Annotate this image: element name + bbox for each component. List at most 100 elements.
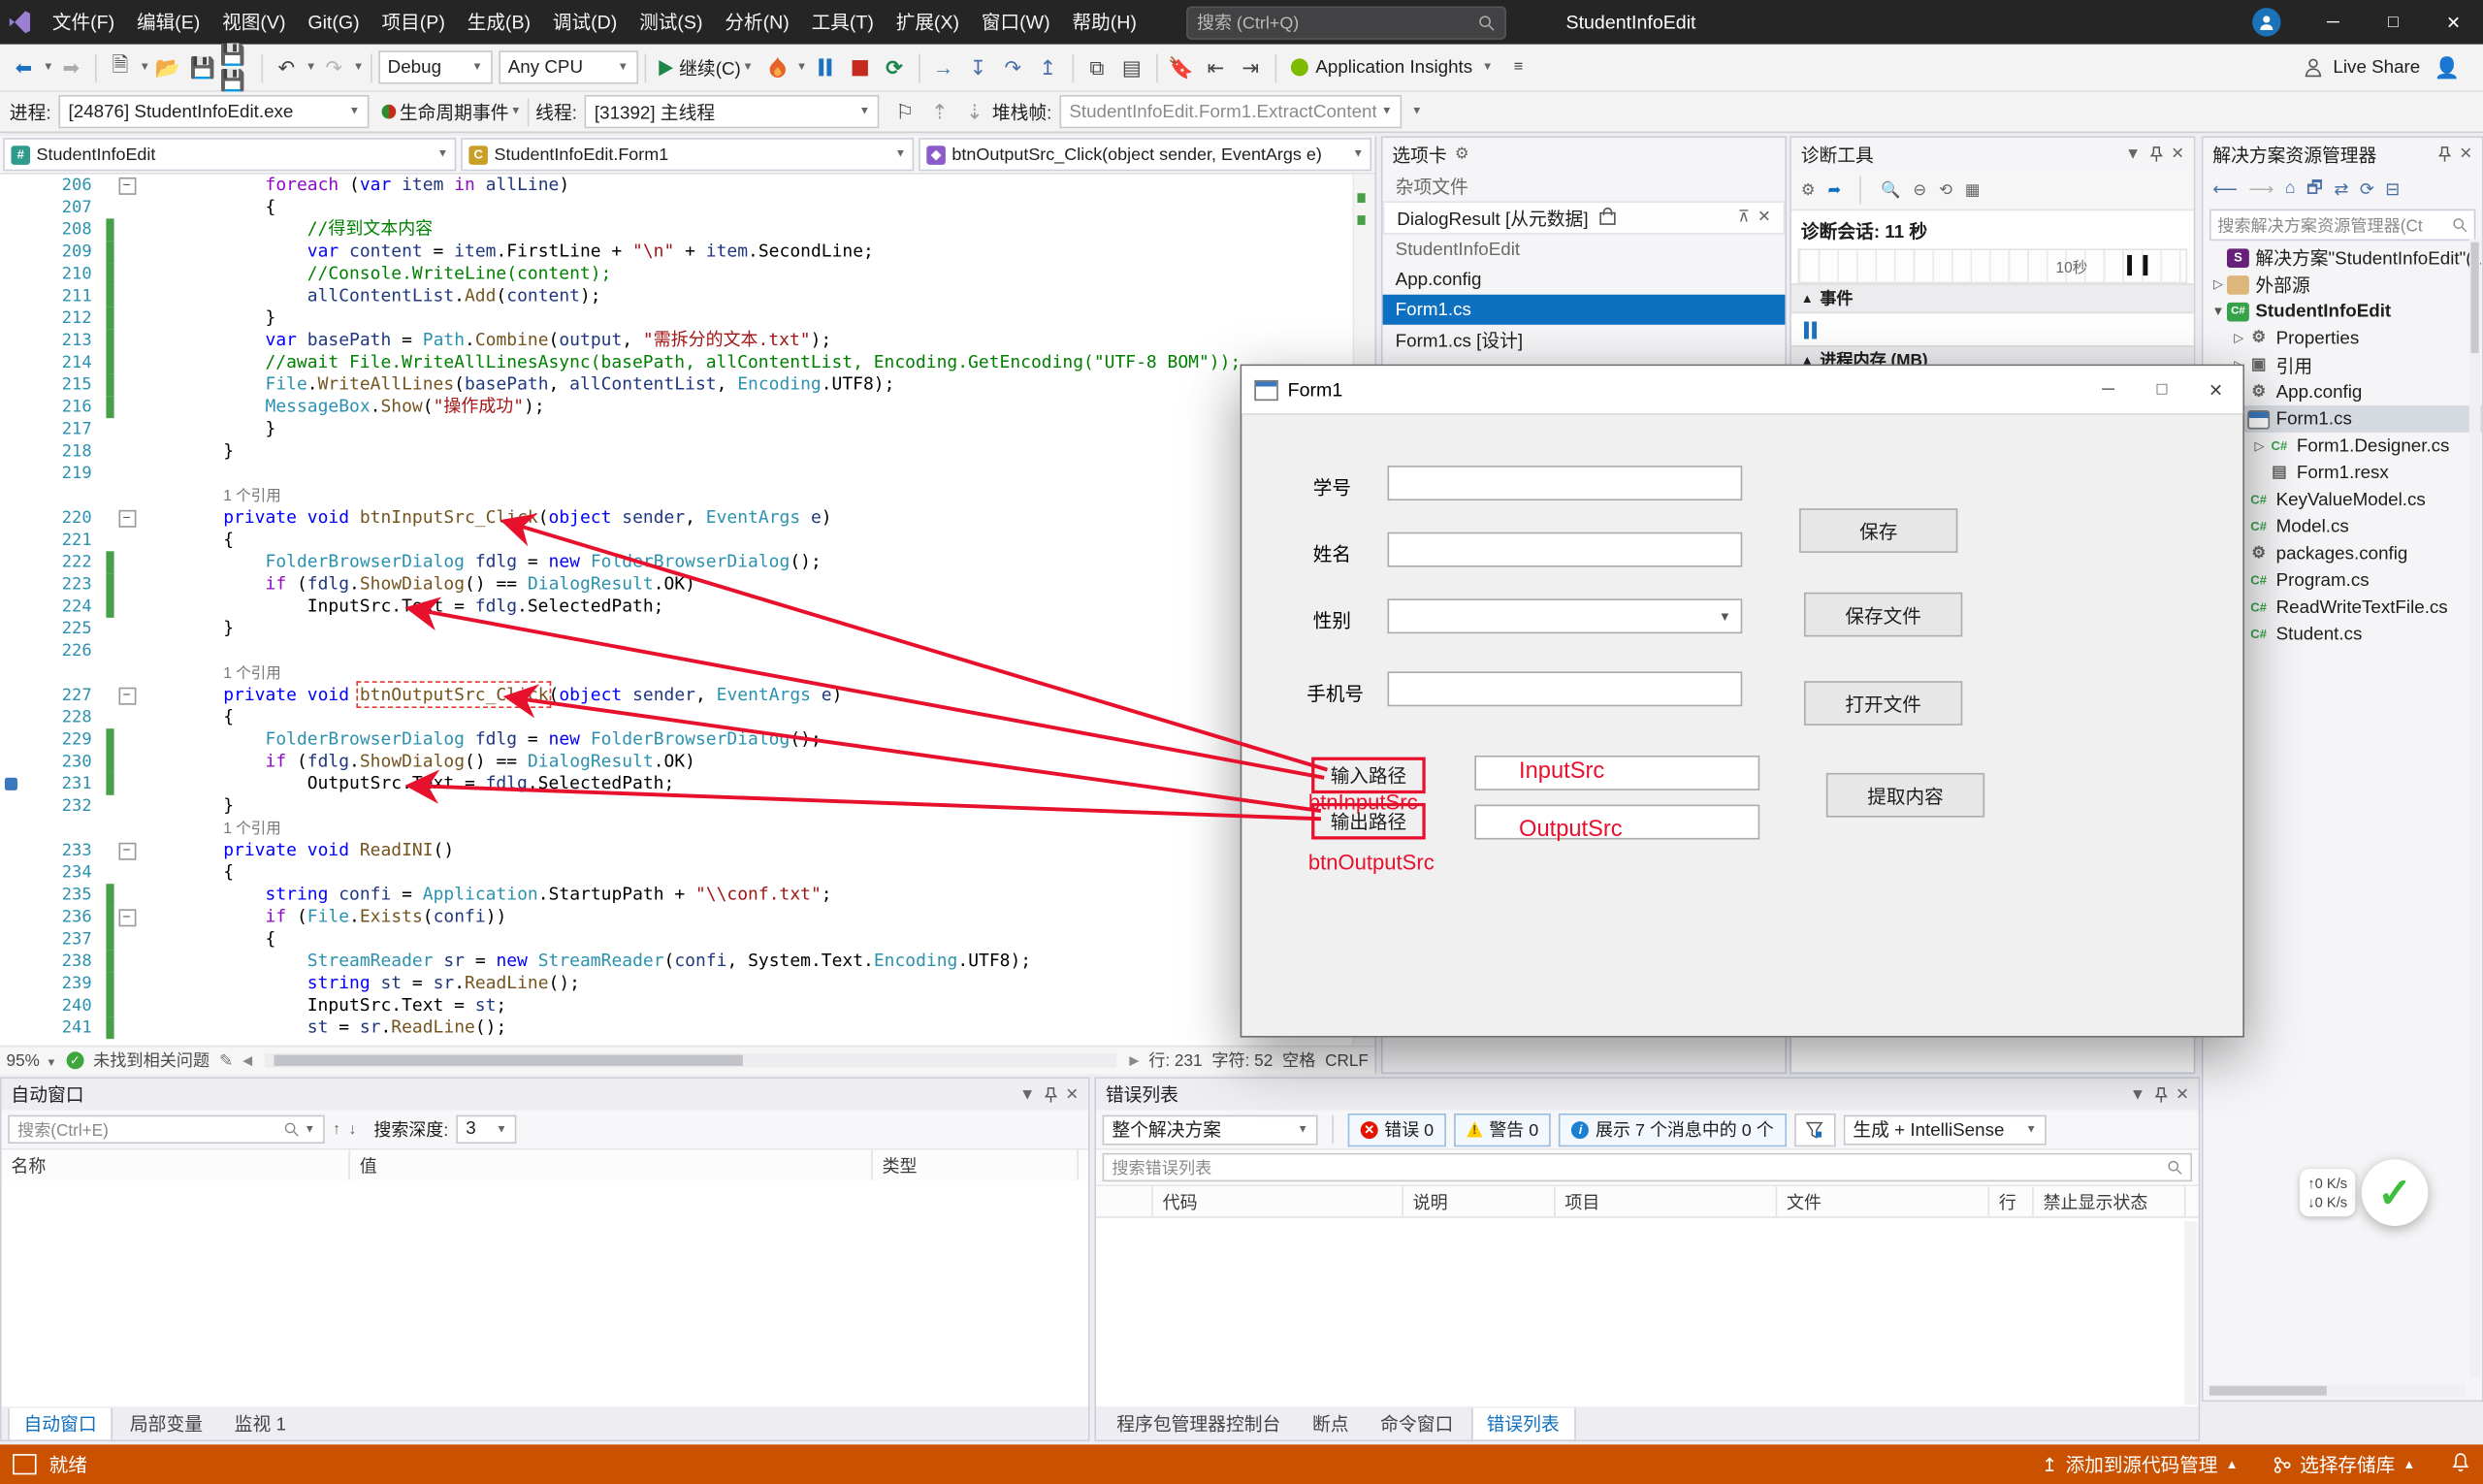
editor-horizontal-scrollbar[interactable] [265, 1053, 1116, 1068]
code-line[interactable]: 228 { [0, 706, 1332, 728]
column-header-项目[interactable]: 项目 [1556, 1186, 1778, 1216]
document-tab[interactable]: DialogResult [从元数据]⊼✕ [1383, 201, 1786, 234]
output-path-button[interactable]: 输出路径 [1311, 803, 1426, 840]
code-line[interactable]: 223 if (fdlg.ShowDialog() == DialogResul… [0, 573, 1332, 596]
pin-icon[interactable]: ⊼ [1738, 210, 1750, 227]
menu-item[interactable]: 文件(F) [41, 0, 125, 45]
reset-view-icon[interactable]: ⟲ [1939, 181, 1952, 199]
menu-item[interactable]: 视图(V) [211, 0, 297, 45]
navigate-backward-button[interactable]: ⬅ [7, 48, 42, 86]
solution-horizontal-scrollbar[interactable] [2207, 1384, 2467, 1397]
collapse-region-icon[interactable]: − [118, 842, 136, 859]
restart-button[interactable]: ⟳ [877, 48, 912, 86]
switch-views-icon[interactable]: 🗗 [2306, 174, 2323, 204]
collapse-all-icon[interactable]: ⊟ [2385, 178, 2400, 199]
tree-item-properties[interactable]: ▷⚙Properties [2204, 325, 2482, 352]
application-insights-dropdown[interactable]: Application Insights ▼ [1282, 58, 1500, 78]
chevron-collapsed-icon[interactable]: ▷ [2250, 438, 2268, 453]
close-button[interactable]: ✕ [2423, 0, 2483, 45]
back-icon[interactable]: ⟵ [2212, 178, 2238, 199]
menu-item[interactable]: 帮助(H) [1061, 0, 1147, 45]
code-line[interactable]: 220− private void btnInputSrc_Click(obje… [0, 507, 1332, 530]
visual-studio-logo-icon[interactable] [0, 10, 41, 35]
code-area[interactable]: 206− foreach (var item in allLine)207 {2… [0, 175, 1332, 1040]
toolbar-overflow-icon[interactable]: ≡ [1500, 48, 1535, 86]
tree-item-form1-resx[interactable]: ▤Form1.resx [2204, 460, 2482, 487]
save-button[interactable]: 💾 [185, 48, 220, 86]
show-next-statement-button[interactable]: → [926, 48, 961, 86]
code-line[interactable]: 232 } [0, 795, 1332, 818]
navigate-back-dropdown-icon[interactable]: ▼ [43, 62, 53, 73]
search-up-icon[interactable]: ↑ [333, 1120, 340, 1138]
code-line[interactable]: 239 string st = sr.ReadLine(); [0, 973, 1332, 995]
tree-item-student-cs[interactable]: ▷C#Student.cs [2204, 621, 2482, 648]
member-dropdown[interactable]: ◆ btnOutputSrc_Click(object sender, Even… [919, 138, 1371, 171]
menu-item[interactable]: 调试(D) [541, 0, 628, 45]
code-line[interactable]: 237 { [0, 928, 1332, 951]
hot-reload-dropdown-icon[interactable]: ▼ [796, 62, 807, 73]
errors-filter-button[interactable]: ✕错误 0 [1348, 1113, 1447, 1145]
scrollbar-thumb[interactable] [2470, 242, 2478, 353]
chevron-collapsed-icon[interactable]: ▷ [2209, 277, 2227, 292]
scrollbar-thumb[interactable] [274, 1055, 743, 1066]
class-dropdown[interactable]: C StudentInfoEdit.Form1▼ [461, 138, 914, 171]
tree-item-studentinfoedit[interactable]: ▼C#StudentInfoEdit [2204, 298, 2482, 325]
zoom-in-icon[interactable]: 🔍 [1881, 181, 1900, 199]
process-combo[interactable]: [24876] StudentInfoEdit.exe▼ [59, 95, 370, 128]
next-frame-icon[interactable]: ⇣ [957, 93, 992, 131]
continue-button[interactable]: 继续(C) ▼ [652, 54, 759, 80]
close-icon[interactable]: ✕ [2176, 1085, 2189, 1103]
error-vertical-scrollbar[interactable] [2184, 1221, 2197, 1404]
chevron-expanded-icon[interactable]: ▼ [2209, 305, 2227, 319]
input-path-textbox[interactable] [1474, 756, 1759, 790]
column-header-行[interactable]: 行 [1989, 1186, 2034, 1216]
column-header-icon[interactable] [1096, 1186, 1153, 1216]
tool-tab-程序包管理器控制台[interactable]: 程序包管理器控制台 [1103, 1408, 1295, 1440]
scrollbar-thumb[interactable] [2209, 1386, 2327, 1396]
tool-tab-局部变量[interactable]: 局部变量 [115, 1408, 217, 1440]
code-line[interactable]: 212 } [0, 307, 1332, 330]
code-line[interactable]: 218 } [0, 440, 1332, 463]
open-file-button[interactable]: 打开文件 [1804, 681, 1962, 726]
column-header-说明[interactable]: 说明 [1403, 1186, 1556, 1216]
document-tab[interactable]: Form1.cs [1383, 295, 1786, 325]
chevron-collapsed-icon[interactable]: ▷ [2230, 331, 2247, 345]
undo-dropdown-icon[interactable]: ▼ [306, 62, 316, 73]
menu-item[interactable]: 项目(P) [371, 0, 456, 45]
menu-item[interactable]: 窗口(W) [970, 0, 1061, 45]
stop-debugging-button[interactable] [842, 48, 877, 86]
code-line[interactable]: 216 MessageBox.Show("操作成功"); [0, 396, 1332, 418]
tree-item-program-cs[interactable]: ▷C#Program.cs [2204, 567, 2482, 595]
codelens-row[interactable]: 1 个引用 [0, 662, 1332, 685]
menu-item[interactable]: 工具(T) [800, 0, 885, 45]
code-line[interactable]: 207 { [0, 196, 1332, 218]
solution-configuration-combo[interactable]: Debug▼ [378, 50, 493, 83]
column-header-类型[interactable]: 类型 [873, 1150, 1079, 1180]
tree-item-app-config[interactable]: ⚙App.config [2204, 378, 2482, 405]
redo-dropdown-icon[interactable]: ▼ [353, 62, 364, 73]
codelens-row[interactable]: 1 个引用 [0, 818, 1332, 840]
step-out-button[interactable]: ↥ [1030, 48, 1065, 86]
code-line[interactable]: 241 st = sr.ReadLine(); [0, 1016, 1332, 1039]
code-line[interactable]: 208 //得到文本内容 [0, 218, 1332, 241]
open-file-button[interactable]: 📂 [150, 48, 185, 86]
code-line[interactable]: 236− if (File.Exists(confi)) [0, 906, 1332, 928]
search-down-icon[interactable]: ↓ [348, 1120, 356, 1138]
previous-bookmark-button[interactable]: ⇤ [1199, 48, 1234, 86]
code-line[interactable]: 229 FolderBrowserDialog fdlg = new Folde… [0, 728, 1332, 751]
thread-combo[interactable]: [31392] 主线程▼ [585, 95, 880, 128]
code-line[interactable]: 233− private void ReadINI() [0, 839, 1332, 861]
code-line[interactable]: 234 { [0, 861, 1332, 884]
add-to-source-control-button[interactable]: ↥ 添加到源代码管理 ▲ [2042, 1451, 2238, 1478]
close-button[interactable]: ✕ [2189, 366, 2243, 413]
undo-button[interactable]: ↶ [269, 48, 304, 86]
zoom-out-icon[interactable]: ⊖ [1913, 181, 1926, 199]
hscroll-right-arrow-icon[interactable]: ▶ [1129, 1053, 1139, 1068]
form1-titlebar[interactable]: Form1 ─ □ ✕ [1242, 366, 2242, 415]
code-line[interactable]: 227− private void btnOutputSrc_Click(obj… [0, 684, 1332, 706]
column-header-文件[interactable]: 文件 [1777, 1186, 1989, 1216]
select-repository-button[interactable]: 选择存储库 ▲ [2273, 1451, 2415, 1478]
code-line[interactable]: 211 allContentList.Add(content); [0, 285, 1332, 307]
debugbar-overflow-icon[interactable]: ▼ [1411, 106, 1422, 116]
tool-tab-错误列表[interactable]: 错误列表 [1470, 1408, 1575, 1441]
